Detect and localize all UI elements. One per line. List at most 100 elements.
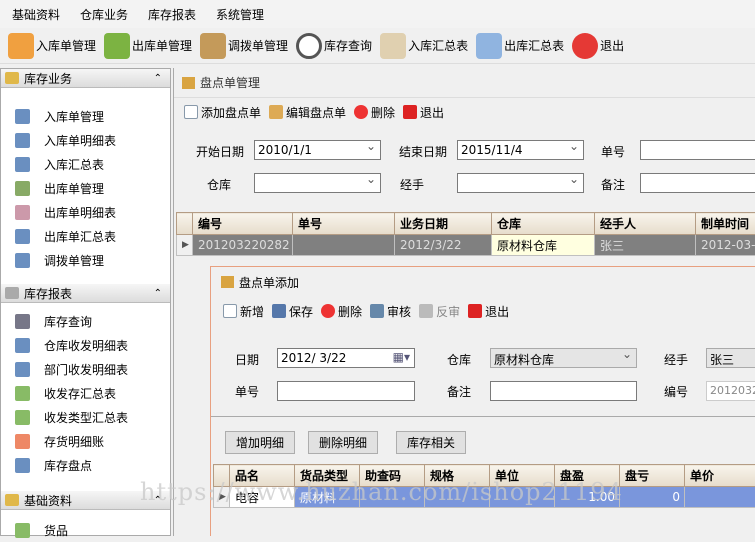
column-header[interactable]: 货品类型 xyxy=(295,465,360,487)
delete-button[interactable]: 删除 xyxy=(321,303,362,320)
cell[interactable]: 张三 xyxy=(595,235,696,256)
column-header[interactable]: 助查码 xyxy=(360,465,425,487)
sidebar-item[interactable]: 库存盘点 xyxy=(1,453,170,477)
row-selector-icon[interactable]: ▶ xyxy=(214,487,230,508)
sidebar-item[interactable]: 出库单管理 xyxy=(1,176,170,200)
check-list-grid: 编号 单号 业务日期 仓库 经手人 制单时间 ▶ 201203220282 20… xyxy=(176,212,755,256)
table-row[interactable]: ▶ 201203220282 2012/3/22 原材料仓库 张三 2012-0… xyxy=(177,235,755,256)
save-button[interactable]: 保存 xyxy=(272,303,313,320)
menu-reports[interactable]: 库存报表 xyxy=(148,6,196,23)
column-header[interactable]: 单号 xyxy=(293,213,395,235)
unapprove-button[interactable]: 反审 xyxy=(419,303,460,320)
cell[interactable]: 1.00 xyxy=(555,487,620,508)
calendar-icon[interactable]: ▦▾ xyxy=(393,350,410,364)
cell[interactable]: 2012/3/22 xyxy=(395,235,492,256)
column-header[interactable]: 盘亏 xyxy=(620,465,685,487)
sidebar-section-stock-reports[interactable]: 库存报表⌃ xyxy=(1,284,170,303)
row-selector-icon[interactable]: ▶ xyxy=(177,235,193,256)
item-icon xyxy=(15,229,30,244)
toolbar-transfer[interactable]: 调拨单管理 xyxy=(200,33,288,59)
sidebar-item[interactable]: 货品 xyxy=(1,518,170,542)
exit-button[interactable]: 退出 xyxy=(403,104,444,121)
collapse-icon[interactable]: ⌃ xyxy=(154,288,162,299)
cell[interactable]: 电容 xyxy=(230,487,295,508)
column-header[interactable]: 制单时间 xyxy=(696,213,755,235)
column-header[interactable]: 业务日期 xyxy=(395,213,492,235)
toolbar-in-summary[interactable]: 入库汇总表 xyxy=(380,33,468,59)
add-check-button[interactable]: 添加盘点单 xyxy=(184,104,261,121)
label: 出库单管理 xyxy=(44,180,104,197)
number-input[interactable] xyxy=(640,140,755,160)
sidebar-item[interactable]: 出库单明细表 xyxy=(1,200,170,224)
menu-system[interactable]: 系统管理 xyxy=(216,6,264,23)
main-toolbar: 入库单管理 出库单管理 调拨单管理 库存查询 入库汇总表 出库汇总表 退出 xyxy=(0,28,755,64)
column-header[interactable]: 品名 xyxy=(230,465,295,487)
cell[interactable]: 原材料仓库 xyxy=(492,235,595,256)
sidebar-section-stock-business[interactable]: 库存业务⌃ xyxy=(1,69,170,88)
warehouse-label: 仓库 xyxy=(447,351,471,368)
column-header[interactable]: 仓库 xyxy=(492,213,595,235)
remark-input[interactable] xyxy=(490,381,637,401)
cell[interactable] xyxy=(425,487,490,508)
label: 收发存汇总表 xyxy=(44,385,116,402)
stock-related-button[interactable]: 库存相关 xyxy=(396,431,466,454)
item-icon xyxy=(15,109,30,124)
toolbar-stock-in[interactable]: 入库单管理 xyxy=(8,33,96,59)
menu-warehouse[interactable]: 仓库业务 xyxy=(80,6,128,23)
label: 增加明细 xyxy=(236,434,284,451)
warehouse-select[interactable] xyxy=(254,173,381,193)
cell[interactable]: 201203220282 xyxy=(193,235,293,256)
toolbar-stock-query[interactable]: 库存查询 xyxy=(296,33,372,59)
delete-detail-button[interactable]: 删除明细 xyxy=(308,431,378,454)
sidebar-item[interactable]: 仓库收发明细表 xyxy=(1,333,170,357)
delete-button[interactable]: 删除 xyxy=(354,104,395,121)
toolbar-out-summary[interactable]: 出库汇总表 xyxy=(476,33,564,59)
column-header[interactable]: 规格 xyxy=(425,465,490,487)
sidebar-item[interactable]: 收发类型汇总表 xyxy=(1,405,170,429)
cell[interactable] xyxy=(293,235,395,256)
menu-basic[interactable]: 基础资料 xyxy=(12,6,60,23)
collapse-icon[interactable]: ⌃ xyxy=(154,73,162,84)
edit-check-button[interactable]: 编辑盘点单 xyxy=(269,104,346,121)
handler-select[interactable]: 张三 xyxy=(706,348,755,368)
column-header[interactable]: 单位 xyxy=(490,465,555,487)
label: 保存 xyxy=(289,303,313,320)
cell[interactable] xyxy=(490,487,555,508)
sidebar-item[interactable]: 入库单明细表 xyxy=(1,128,170,152)
table-row[interactable]: ▶ 电容 原材料 1.00 0 xyxy=(214,487,755,508)
label: 部门收发明细表 xyxy=(44,361,128,378)
new-button[interactable]: 新增 xyxy=(223,303,264,320)
toolbar-stock-out[interactable]: 出库单管理 xyxy=(104,33,192,59)
toolbar-exit[interactable]: 退出 xyxy=(572,33,624,59)
approve-button[interactable]: 审核 xyxy=(370,303,411,320)
handler-select[interactable] xyxy=(457,173,584,193)
column-header[interactable]: 单价 xyxy=(685,465,755,487)
number-input[interactable] xyxy=(277,381,415,401)
remark-input[interactable] xyxy=(640,173,755,193)
date-picker[interactable]: 2012/ 3/22▦▾ xyxy=(277,348,415,368)
sidebar-item[interactable]: 库存查询 xyxy=(1,309,170,333)
cell[interactable] xyxy=(360,487,425,508)
sidebar-section-basic-data[interactable]: 基础资料⌃ xyxy=(1,491,170,510)
cell[interactable]: 0 xyxy=(620,487,685,508)
end-date-picker[interactable]: 2015/11/4 xyxy=(457,140,584,160)
collapse-icon[interactable]: ⌃ xyxy=(154,495,162,506)
cell[interactable] xyxy=(685,487,755,508)
sidebar-item[interactable]: 调拨单管理 xyxy=(1,248,170,272)
sidebar-item[interactable]: 收发存汇总表 xyxy=(1,381,170,405)
add-detail-button[interactable]: 增加明细 xyxy=(225,431,295,454)
exit-button[interactable]: 退出 xyxy=(468,303,509,320)
sidebar-item[interactable]: 出库单汇总表 xyxy=(1,224,170,248)
sidebar-item[interactable]: 部门收发明细表 xyxy=(1,357,170,381)
cell[interactable]: 2012-03- xyxy=(696,235,755,256)
column-header[interactable]: 经手人 xyxy=(595,213,696,235)
column-header[interactable]: 盘盈 xyxy=(555,465,620,487)
cell[interactable]: 原材料 xyxy=(295,487,360,508)
sidebar-item[interactable]: 入库单管理 xyxy=(1,104,170,128)
warehouse-select[interactable]: 原材料仓库 xyxy=(490,348,637,368)
column-header[interactable]: 编号 xyxy=(193,213,293,235)
label: 收发类型汇总表 xyxy=(44,409,128,426)
sidebar-item[interactable]: 入库汇总表 xyxy=(1,152,170,176)
start-date-picker[interactable]: 2010/1/1 xyxy=(254,140,381,160)
sidebar-item[interactable]: 存货明细账 xyxy=(1,429,170,453)
